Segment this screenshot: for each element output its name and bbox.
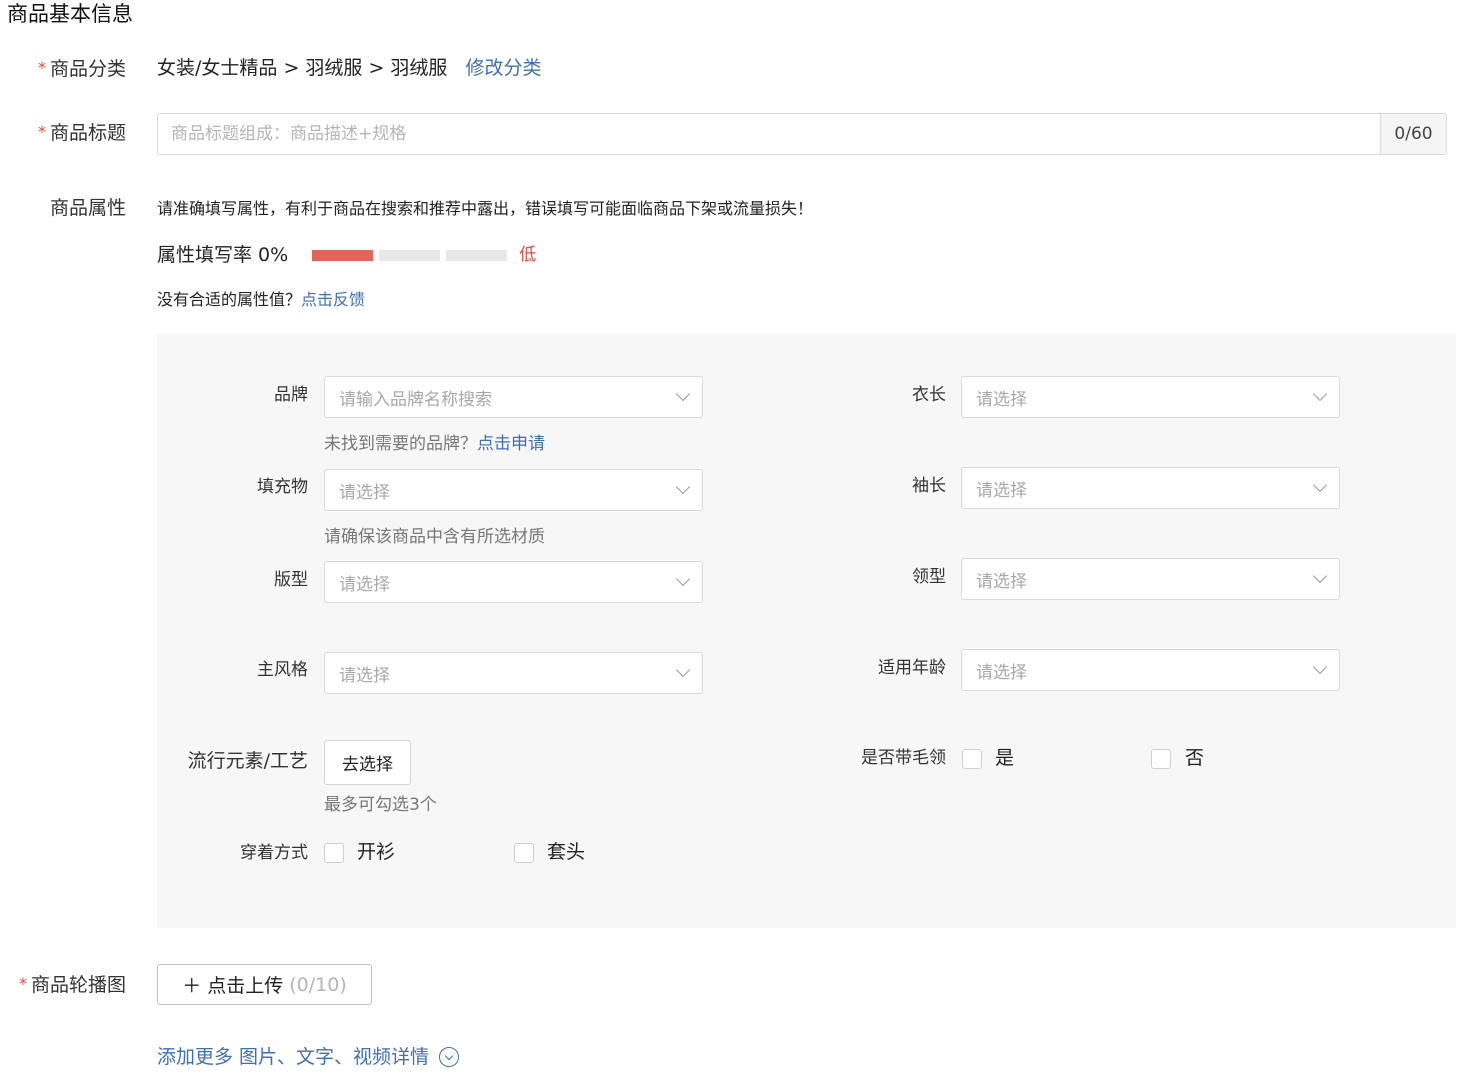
sleeve-label: 袖长 — [912, 476, 946, 496]
wearing-cardigan-checkbox[interactable] — [324, 843, 344, 863]
attributes-note: 请准确填写属性，有利于商品在搜索和推荐中露出，错误填写可能面临商品下架或流量损失… — [157, 199, 814, 218]
sleeve-select[interactable]: 请选择 — [961, 467, 1340, 509]
upload-count: (0/10) — [289, 973, 347, 996]
attributes-label: 商品属性 — [49, 197, 126, 219]
wearing-pullover-label: 套头 — [547, 841, 586, 863]
elements-label: 流行元素/工艺 — [187, 750, 308, 772]
fit-placeholder: 请选择 — [339, 574, 390, 595]
fill-rate-bar-segment — [312, 249, 374, 261]
chevron-down-icon — [1312, 477, 1328, 493]
wearing-pullover-checkbox[interactable] — [514, 843, 534, 863]
fill-rate-label: 属性填写率 0% — [157, 244, 289, 266]
length-select[interactable]: 请选择 — [961, 376, 1340, 418]
style-placeholder: 请选择 — [339, 665, 390, 686]
fur-collar-label: 是否带毛领 — [861, 748, 946, 768]
fill-rate-row: 属性填写率 0% 低 — [157, 241, 536, 269]
category-path: 女装/女士精品 > 羽绒服 > 羽绒服 — [157, 57, 448, 79]
collar-select[interactable]: 请选择 — [961, 558, 1340, 600]
collar-label: 领型 — [912, 567, 946, 587]
elements-hint: 最多可勾选3个 — [324, 795, 437, 815]
age-label: 适用年龄 — [878, 658, 946, 678]
brand-hint-text: 未找到需要的品牌？ — [324, 434, 477, 454]
age-select[interactable]: 请选择 — [961, 649, 1340, 691]
upload-button-label: ＋ 点击上传 — [182, 975, 284, 997]
brand-select[interactable]: 请输入品牌名称搜索 — [324, 376, 703, 418]
fit-select[interactable]: 请选择 — [324, 561, 703, 603]
fill-rate-level: 低 — [519, 245, 537, 265]
chevron-down-icon — [675, 571, 691, 587]
brand-placeholder: 请输入品牌名称搜索 — [339, 389, 492, 410]
required-mark: * — [18, 974, 27, 993]
section-title: 商品基本信息 — [7, 2, 133, 26]
attributes-panel — [157, 334, 1456, 928]
style-label: 主风格 — [257, 660, 308, 680]
chevron-down-icon — [1312, 386, 1328, 402]
title-input[interactable] — [158, 114, 1380, 154]
select-elements-button[interactable]: 去选择 — [324, 740, 411, 785]
brand-hint: 未找到需要的品牌？点击申请 — [324, 432, 545, 456]
add-more-details-link[interactable]: 添加更多 图片、文字、视频详情 — [157, 1043, 460, 1071]
carousel-label: * 商品轮播图 — [0, 970, 126, 999]
title-field: 0/60 — [157, 113, 1447, 155]
filling-hint: 请确保该商品中含有所选材质 — [324, 527, 545, 547]
collar-placeholder: 请选择 — [976, 571, 1027, 592]
filling-placeholder: 请选择 — [339, 482, 390, 503]
wearing-cardigan-label: 开衫 — [357, 841, 396, 863]
fur-collar-yes-label: 是 — [995, 747, 1015, 769]
feedback-link[interactable]: 点击反馈 — [301, 290, 365, 309]
length-placeholder: 请选择 — [976, 389, 1027, 410]
fit-label: 版型 — [274, 570, 308, 590]
circle-chevron-down-icon — [439, 1047, 460, 1067]
fur-collar-yes-checkbox[interactable] — [962, 749, 982, 769]
fill-rate-bar-segment — [379, 249, 441, 261]
edit-category-link[interactable]: 修改分类 — [465, 57, 541, 79]
title-char-counter: 0/60 — [1380, 114, 1446, 154]
category-label: * 商品分类 — [0, 54, 126, 83]
filling-label: 填充物 — [257, 477, 308, 497]
sleeve-placeholder: 请选择 — [976, 480, 1027, 501]
feedback-prefix: 没有合适的属性值？ — [157, 290, 302, 309]
chevron-down-icon — [675, 479, 691, 495]
required-mark: * — [37, 122, 46, 141]
fill-rate-bar-segment — [446, 249, 508, 261]
wearing-label: 穿着方式 — [240, 843, 308, 863]
length-label: 衣长 — [912, 385, 946, 405]
add-more-details-text: 添加更多 图片、文字、视频详情 — [157, 1046, 430, 1068]
carousel-label-text: 商品轮播图 — [30, 974, 126, 996]
upload-button[interactable]: ＋ 点击上传 (0/10) — [157, 964, 372, 1005]
fur-collar-no-checkbox[interactable] — [1151, 749, 1171, 769]
title-label: * 商品标题 — [0, 118, 126, 147]
required-mark: * — [37, 58, 46, 77]
title-label-text: 商品标题 — [49, 122, 126, 144]
category-label-text: 商品分类 — [49, 58, 126, 80]
chevron-down-icon — [1312, 568, 1328, 584]
chevron-down-icon — [675, 662, 691, 678]
chevron-down-icon — [675, 386, 691, 402]
fur-collar-no-label: 否 — [1185, 747, 1205, 769]
apply-brand-link[interactable]: 点击申请 — [477, 434, 545, 454]
chevron-down-icon — [1312, 659, 1328, 675]
age-placeholder: 请选择 — [976, 662, 1027, 683]
filling-select[interactable]: 请选择 — [324, 469, 703, 511]
feedback-row: 没有合适的属性值？点击反馈 — [157, 287, 365, 313]
brand-label: 品牌 — [274, 385, 308, 405]
style-select[interactable]: 请选择 — [324, 652, 703, 694]
fill-rate-bar — [312, 249, 513, 261]
category-row: 女装/女士精品 > 羽绒服 > 羽绒服 修改分类 — [157, 54, 541, 82]
